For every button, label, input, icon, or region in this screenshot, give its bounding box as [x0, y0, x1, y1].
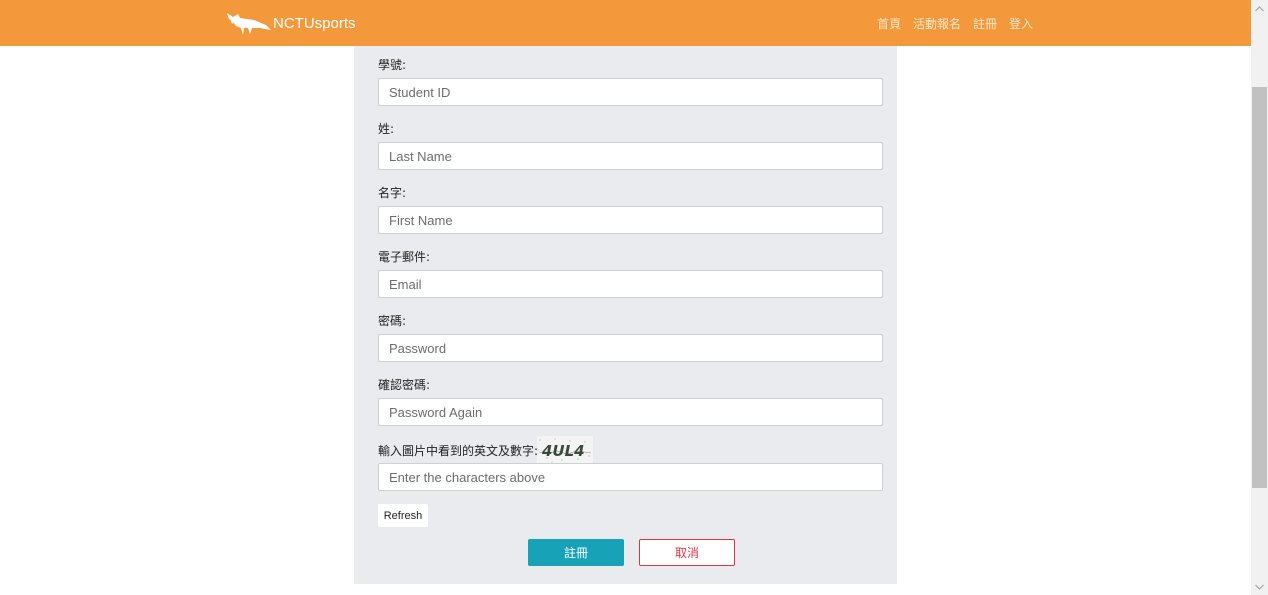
- top-navbar: NCTUsports 首頁 活動報名 註冊 登入: [0, 0, 1251, 46]
- brand-link[interactable]: NCTUsports: [226, 8, 356, 38]
- scrollbar-thumb[interactable]: [1252, 87, 1267, 488]
- confirm-password-input[interactable]: [378, 398, 883, 426]
- captcha-label: 輸入圖片中看到的英文及數字:: [378, 444, 539, 458]
- fox-logo-icon: [227, 13, 271, 35]
- student-id-input[interactable]: [378, 78, 883, 106]
- email-label: 電子郵件:: [378, 250, 431, 264]
- last-name-label: 姓:: [378, 122, 395, 136]
- captcha-input[interactable]: [378, 463, 883, 491]
- nav-links: 首頁 活動報名 註冊 登入: [877, 15, 1045, 32]
- cancel-button[interactable]: 取消: [639, 539, 735, 566]
- student-id-label: 學號:: [378, 58, 407, 72]
- nav-link-home[interactable]: 首頁: [877, 15, 901, 32]
- chevron-up-icon[interactable]: [1251, 0, 1268, 17]
- vertical-scrollbar[interactable]: [1251, 0, 1268, 595]
- chevron-down-icon[interactable]: [1251, 578, 1268, 595]
- password-label: 密碼:: [378, 314, 407, 328]
- nav-link-login[interactable]: 登入: [1009, 15, 1033, 32]
- nav-link-register[interactable]: 註冊: [973, 15, 997, 32]
- captcha-text: 4UL4: [541, 442, 585, 460]
- email-input[interactable]: [378, 270, 883, 298]
- confirm-password-label: 確認密碼:: [378, 378, 431, 392]
- brand-name: NCTUsports: [273, 14, 356, 32]
- registration-form: 學號: 姓: 名字: 電子郵件: 密碼: 確認密碼: 輸入圖片中看到的英文及數字…: [354, 46, 897, 584]
- first-name-input[interactable]: [378, 206, 883, 234]
- password-input[interactable]: [378, 334, 883, 362]
- captcha-refresh-button[interactable]: Refresh: [378, 504, 428, 527]
- register-submit-button[interactable]: 註冊: [528, 539, 624, 566]
- nav-link-activity-signup[interactable]: 活動報名: [913, 15, 961, 32]
- first-name-label: 名字:: [378, 186, 407, 200]
- captcha-image: 4UL4: [537, 436, 593, 464]
- last-name-input[interactable]: [378, 142, 883, 170]
